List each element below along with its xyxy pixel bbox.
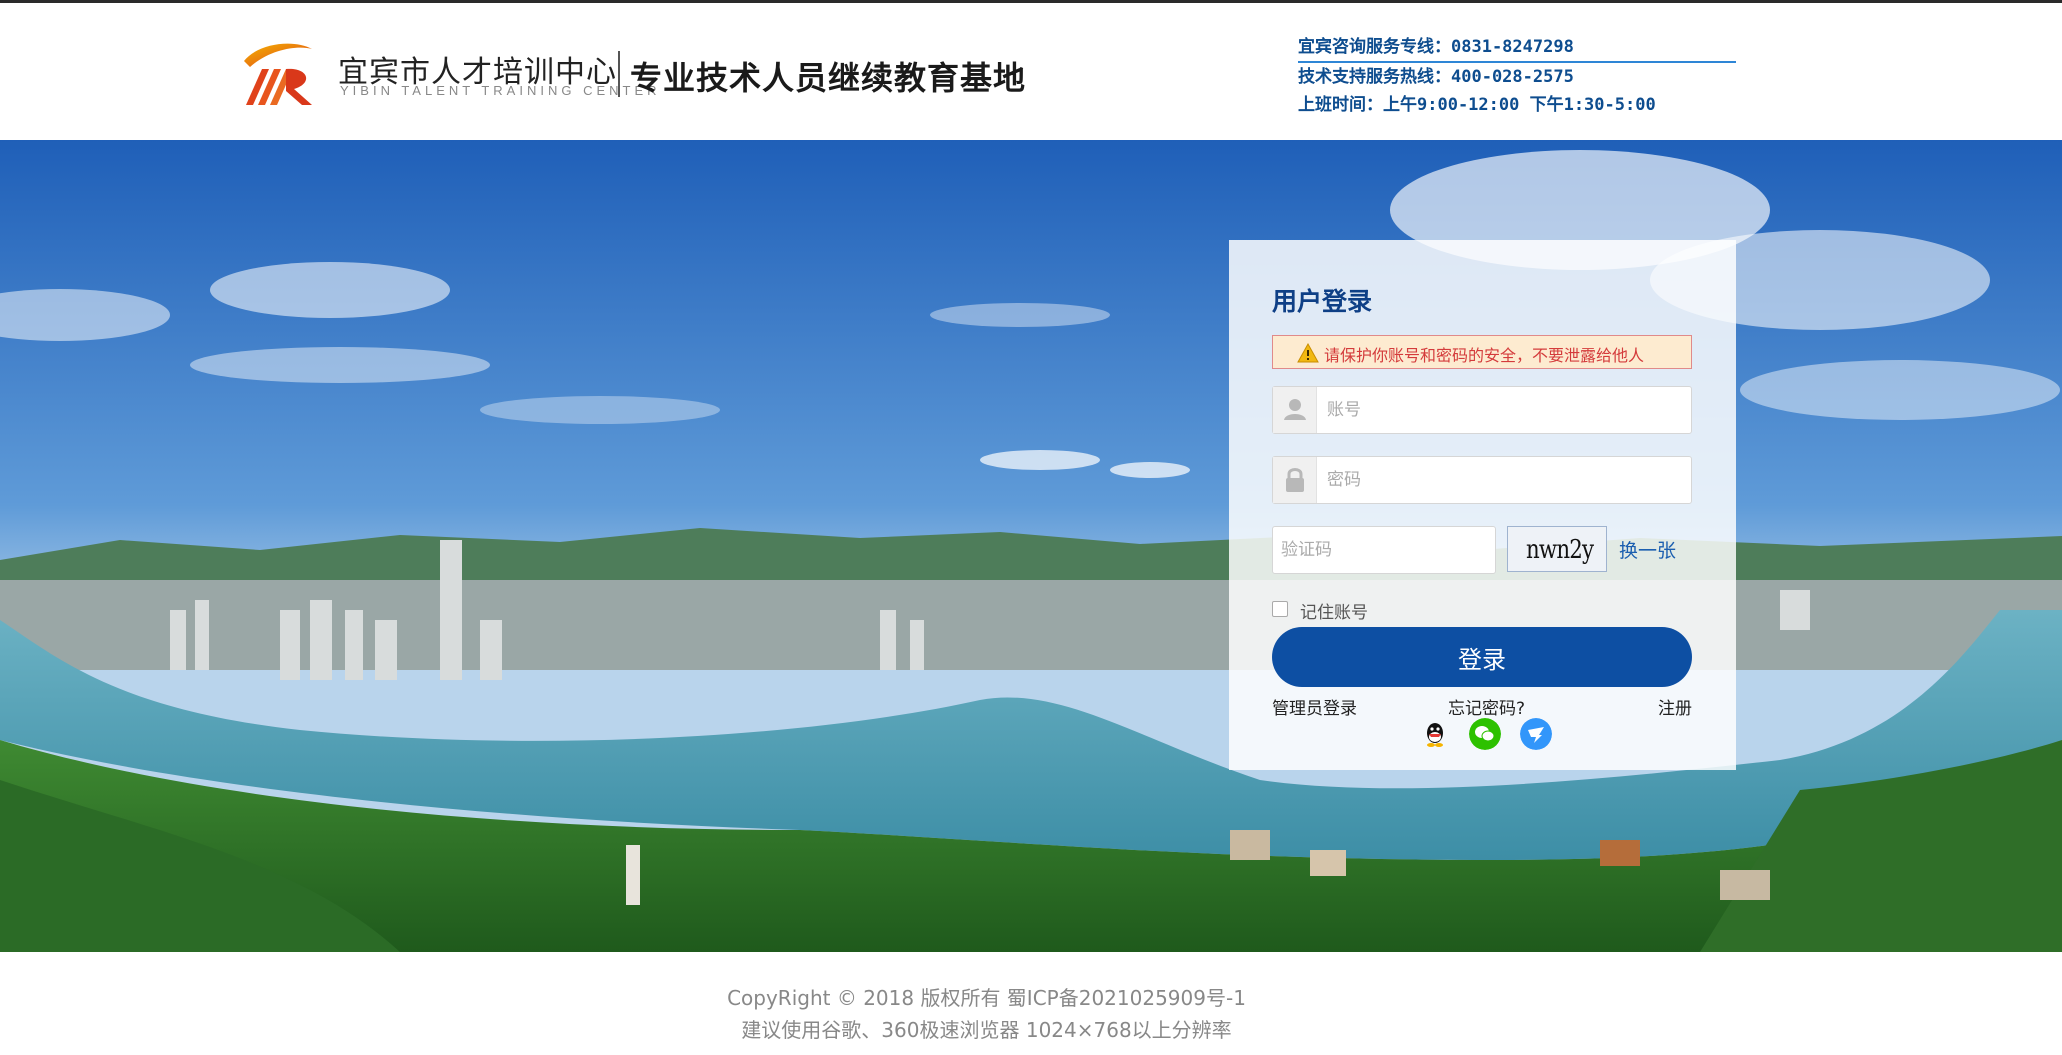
password-input[interactable]	[1327, 457, 1677, 503]
wechat-icon[interactable]	[1469, 718, 1501, 750]
account-field	[1272, 386, 1692, 434]
lock-icon	[1273, 457, 1317, 503]
register-link[interactable]: 注册	[1658, 694, 1692, 719]
captcha-code: nwn2y	[1526, 535, 1594, 565]
remember-label: 记住账号	[1300, 603, 1368, 623]
site-footer: CopyRight © 2018 版权所有 蜀ICP备2021025909号-1…	[0, 952, 2062, 1055]
city-panorama-banner	[0, 140, 2062, 952]
captcha-refresh-link[interactable]: 换一张	[1619, 536, 1676, 563]
copyright-text: CopyRight © 2018 版权所有 蜀ICP备2021025909号-1	[727, 986, 1246, 1010]
forgot-password-link[interactable]: 忘记密码?	[1448, 694, 1525, 719]
login-panel: 用户登录 请保护你账号和密码的安全，不要泄露给他人 账号 验证码 nwn2y 换…	[1229, 240, 1736, 770]
dingtalk-icon[interactable]	[1520, 718, 1552, 750]
captcha-image[interactable]: nwn2y	[1507, 526, 1607, 572]
qq-icon[interactable]	[1419, 718, 1451, 750]
login-title: 用户登录	[1272, 287, 1373, 316]
brand-name-english: YIBIN TALENT TRAINING CENTER	[340, 83, 661, 98]
admin-login-link[interactable]: 管理员登录	[1272, 694, 1357, 719]
login-button[interactable]: 登录	[1272, 627, 1692, 687]
account-input[interactable]	[1327, 387, 1677, 433]
remember-checkbox[interactable]	[1272, 601, 1288, 617]
support-hotline: 技术支持服务热线：400-028-2575	[1298, 67, 1574, 87]
contact-info: 宜宾咨询服务专线：0831-8247298 技术支持服务热线：400-028-2…	[1298, 33, 1736, 119]
warning-icon	[1297, 343, 1319, 363]
panorama-image	[0, 140, 2062, 952]
browser-tip: 建议使用谷歌、360极速浏览器 1024×768以上分辨率	[741, 1018, 1232, 1042]
site-header: 宜宾市人才培训中心 YIBIN TALENT TRAINING CENTER 专…	[0, 3, 2062, 140]
login-page: 宜宾市人才培训中心 YIBIN TALENT TRAINING CENTER 专…	[0, 0, 2062, 1055]
login-links: 管理员登录 忘记密码? 注册	[1272, 694, 1692, 719]
site-subtitle: 专业技术人员继续教育基地	[630, 59, 1027, 97]
user-icon	[1273, 387, 1317, 433]
captcha-field	[1272, 526, 1496, 574]
brand-logo-icon	[244, 43, 312, 105]
consult-hotline: 宜宾咨询服务专线：0831-8247298	[1298, 37, 1574, 57]
office-hours: 上班时间：上午9:00-12:00 下午1:30-5:00	[1298, 95, 1656, 115]
brand-divider	[618, 51, 620, 97]
warning-text: 请保护你账号和密码的安全，不要泄露给他人	[1324, 346, 1645, 365]
captcha-input[interactable]	[1281, 527, 1487, 573]
security-warning: 请保护你账号和密码的安全，不要泄露给他人	[1272, 335, 1692, 369]
password-field	[1272, 456, 1692, 504]
